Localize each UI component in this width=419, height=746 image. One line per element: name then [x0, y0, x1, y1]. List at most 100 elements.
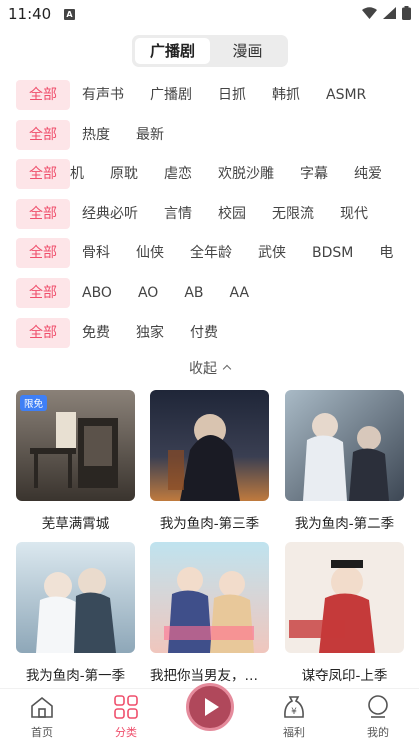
nav-home-label: 首页 [31, 726, 53, 739]
nav-welfare[interactable]: ¥ 福利 [264, 695, 324, 740]
filter-option[interactable]: 独家 [136, 318, 164, 348]
drama-title: 谋夺凤印-上季 [301, 668, 388, 684]
filter-option[interactable]: 字幕 [300, 159, 328, 189]
nav-category-label: 分类 [115, 726, 137, 739]
drama-title: 我为鱼肉-第一季 [25, 668, 126, 684]
filter-option[interactable]: 言情 [164, 199, 192, 229]
filter-option[interactable]: 欢脱沙雕 [218, 159, 274, 189]
filter-row-tag: 全部 骨科 仙侠 全年龄 武侠 BDSM 电 [0, 234, 419, 274]
filter-option[interactable]: 最新 [136, 120, 164, 150]
collapse-label: 收起 [189, 361, 217, 377]
drama-cover [285, 542, 404, 653]
drama-card[interactable]: 我为鱼肉-第一季 [16, 542, 135, 684]
bottom-nav: 首页 分类 ¥ 福利 我的 [0, 683, 419, 746]
filter-option[interactable]: ABO [82, 278, 112, 308]
filter-row-sort: 全部 热度 最新 [0, 116, 419, 156]
filter-all-button[interactable]: 全部 [16, 238, 70, 269]
filter-panel: 全部 有声书 广播剧 日抓 韩抓 ASMR 全部 热度 最新 全部 机原耽 虐恋 欢脱沙雕 字幕… [0, 76, 419, 353]
drama-title: 我为鱼肉-第二季 [294, 516, 395, 532]
filter-option[interactable]: BDSM [312, 238, 353, 268]
tab-comics[interactable]: 漫画 [210, 38, 285, 64]
tab-radio-drama[interactable]: 广播剧 [135, 38, 210, 64]
filter-row-genre: 全部 机原耽 虐恋 欢脱沙雕 字幕 纯爱 [0, 155, 419, 195]
drama-title: 我为鱼肉-第三季 [159, 516, 260, 532]
notification-icon: A [64, 9, 75, 20]
filter-options: 有声书 广播剧 日抓 韩抓 ASMR [82, 80, 392, 110]
filter-all-button[interactable]: 全部 [16, 80, 70, 110]
filter-option[interactable]: 免费 [82, 318, 110, 348]
drama-cover [150, 542, 269, 653]
drama-card[interactable]: 我为鱼肉-第三季 [150, 390, 269, 532]
filter-option[interactable]: 原耽 [110, 159, 138, 189]
filter-option[interactable]: 仙侠 [136, 238, 164, 268]
play-button[interactable] [186, 683, 234, 731]
chevron-up-icon [222, 364, 232, 374]
nav-mine[interactable]: 我的 [348, 695, 408, 740]
filter-option[interactable]: 日抓 [218, 80, 246, 110]
filter-option[interactable]: 有声书 [82, 80, 124, 110]
filter-all-button[interactable]: 全部 [16, 277, 70, 308]
filter-all-button[interactable]: 全部 [16, 159, 70, 190]
filter-options: ABO AO AB AA [82, 278, 275, 308]
collapse-filters-button[interactable]: 收起 [0, 358, 419, 378]
filter-option[interactable]: 热度 [82, 120, 110, 150]
drama-card[interactable]: 我把你当男友，你… [150, 542, 269, 684]
filter-option[interactable]: AO [138, 278, 158, 308]
filter-option[interactable]: 纯爱 [354, 159, 382, 189]
drama-cover [150, 390, 269, 501]
free-badge: 限免 [20, 395, 48, 411]
filter-row-format: 全部 有声书 广播剧 日抓 韩抓 ASMR [0, 76, 419, 116]
filter-option[interactable]: 无限流 [272, 199, 314, 229]
wifi-icon [362, 7, 377, 19]
profile-icon [368, 695, 388, 718]
content-type-toggle: 广播剧 漫画 [132, 35, 288, 67]
drama-card[interactable]: 限免 芜草满霄城 [16, 390, 135, 532]
filter-option[interactable]: AA [230, 278, 250, 308]
filter-option[interactable]: 虐恋 [164, 159, 192, 189]
filter-option[interactable]: 校园 [218, 199, 246, 229]
nav-home[interactable]: 首页 [12, 695, 72, 740]
drama-title: 我把你当男友，你… [150, 668, 269, 684]
filter-options: 免费 独家 付费 [82, 318, 244, 348]
filter-option[interactable]: 现代 [340, 199, 368, 229]
signal-icon [383, 7, 396, 19]
filter-option[interactable]: 武侠 [258, 238, 286, 268]
nav-mine-label: 我的 [367, 726, 389, 739]
drama-cover: 限免 [16, 390, 135, 501]
svg-text:¥: ¥ [291, 707, 297, 717]
money-bag-icon: ¥ [284, 696, 304, 718]
filter-option[interactable]: 骨科 [82, 238, 110, 268]
filter-option[interactable]: 付费 [190, 318, 218, 348]
filter-row-price: 全部 免费 独家 付费 [0, 314, 419, 354]
filter-all-button[interactable]: 全部 [16, 119, 70, 150]
nav-category[interactable]: 分类 [96, 695, 156, 740]
home-icon [31, 696, 53, 718]
filter-option[interactable]: 电 [379, 238, 393, 268]
drama-card[interactable]: 我为鱼肉-第二季 [285, 390, 404, 532]
filter-option[interactable]: ASMR [326, 80, 366, 110]
filter-option[interactable]: AB [184, 278, 203, 308]
drama-card[interactable]: 谋夺凤印-上季 [285, 542, 404, 684]
filter-all-button[interactable]: 全部 [16, 317, 70, 348]
filter-all-button[interactable]: 全部 [16, 198, 70, 229]
nav-welfare-label: 福利 [283, 726, 305, 739]
filter-option[interactable]: 韩抓 [272, 80, 300, 110]
filter-options: 经典必听 言情 校园 无限流 现代 [82, 199, 394, 229]
filter-row-theme: 全部 经典必听 言情 校园 无限流 现代 [0, 195, 419, 235]
filter-option[interactable]: 机 [70, 159, 84, 189]
drama-cover [16, 542, 135, 653]
drama-title: 芜草满霄城 [41, 516, 110, 532]
filter-options: 热度 最新 [82, 120, 190, 150]
filter-option[interactable]: 全年龄 [190, 238, 232, 268]
status-time: 11:40 [8, 5, 52, 23]
filter-option[interactable]: 广播剧 [150, 80, 192, 110]
status-icons [362, 6, 411, 20]
filter-options: 骨科 仙侠 全年龄 武侠 BDSM 电 [82, 238, 419, 268]
filter-option[interactable]: 经典必听 [82, 199, 138, 229]
status-bar: 11:40 A [0, 0, 419, 30]
play-icon [205, 698, 219, 716]
grid-icon [114, 695, 138, 719]
filter-options: 机原耽 虐恋 欢脱沙雕 字幕 纯爱 [70, 159, 408, 189]
battery-icon [402, 6, 411, 20]
drama-cover [285, 390, 404, 501]
